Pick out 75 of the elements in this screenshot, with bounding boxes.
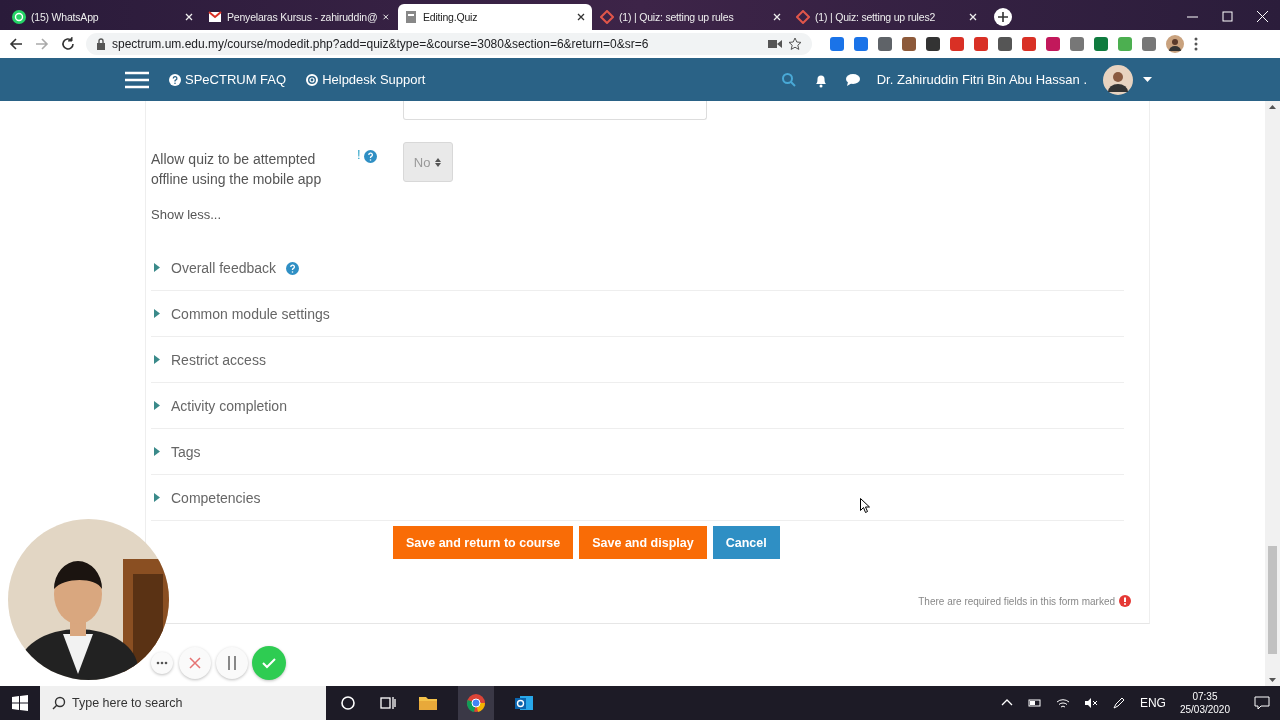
close-icon[interactable] xyxy=(382,12,390,22)
outlook-icon[interactable] xyxy=(514,693,534,713)
notification-icon[interactable] xyxy=(1254,695,1270,711)
search-icon[interactable] xyxy=(780,71,797,88)
help-icon[interactable] xyxy=(286,262,300,275)
collapsed-section[interactable]: Common module settings xyxy=(151,291,1124,337)
star-icon[interactable] xyxy=(788,37,802,51)
check-icon[interactable] xyxy=(262,657,276,669)
required-note: There are required fields in this form marked xyxy=(918,595,1115,607)
help-icon[interactable] xyxy=(363,150,377,163)
caret-icon xyxy=(153,493,161,502)
nav-link[interactable]: SPeCTRUM FAQ xyxy=(169,72,287,87)
help-icon xyxy=(169,73,181,86)
page-icon xyxy=(404,10,418,24)
collapsed-section[interactable]: Competencies xyxy=(151,475,1124,521)
form-button[interactable]: Cancel xyxy=(712,526,780,559)
select-field[interactable] xyxy=(403,101,707,120)
avatar-icon[interactable] xyxy=(1103,64,1133,95)
extension-icon[interactable] xyxy=(998,37,1012,51)
user-name[interactable]: Dr. Zahiruddin Fitri Bin Abu Hassan . xyxy=(876,72,1087,87)
browser-tab[interactable]: (1) | Quiz: setting up rules xyxy=(594,4,788,30)
lock-icon xyxy=(96,38,106,50)
avatar-icon[interactable] xyxy=(1166,35,1184,53)
logo-icon xyxy=(600,10,614,24)
more-icon[interactable] xyxy=(156,661,168,665)
caret-icon xyxy=(153,447,161,456)
reload-icon[interactable] xyxy=(60,36,76,52)
clock-time[interactable]: 07:35 xyxy=(1192,690,1218,703)
browser-tab[interactable]: Penyelaras Kursus - zahiruddin@ xyxy=(202,4,396,30)
close-icon[interactable] xyxy=(576,12,586,22)
field-label: Allow quiz to be attempted offline using the mobile app xyxy=(151,150,323,189)
back-icon[interactable] xyxy=(8,36,24,52)
cursor-icon xyxy=(860,498,870,513)
mute-icon[interactable] xyxy=(1083,696,1098,710)
mail-icon xyxy=(208,10,222,24)
caret-icon xyxy=(153,309,161,318)
maximize-icon[interactable] xyxy=(1222,11,1233,22)
new-tab-icon[interactable] xyxy=(994,8,1012,26)
search-field[interactable]: Type here to search xyxy=(40,686,326,720)
pause-icon[interactable] xyxy=(227,656,237,670)
nav-link[interactable]: Helpdesk Support xyxy=(306,72,426,87)
collapsed-section[interactable]: Restrict access xyxy=(151,337,1124,383)
browser-tab[interactable]: (1) | Quiz: setting up rules2 xyxy=(790,4,984,30)
chrome-icon[interactable] xyxy=(458,686,494,720)
scrollbar[interactable] xyxy=(1265,101,1280,686)
caret-icon xyxy=(153,355,161,364)
caret-icon xyxy=(153,263,161,272)
extension-icon[interactable] xyxy=(926,37,940,51)
advanced-mark: ! xyxy=(357,147,361,164)
show-less-link[interactable]: Show less... xyxy=(151,207,222,222)
whatsapp-icon xyxy=(12,10,26,24)
camera-icon[interactable] xyxy=(768,39,782,49)
cortana-icon[interactable] xyxy=(338,693,358,713)
clock-date[interactable]: 25/03/2020 xyxy=(1179,703,1230,716)
collapsed-section[interactable]: Overall feedback xyxy=(151,245,1124,291)
chat-icon[interactable] xyxy=(844,71,861,88)
windows-icon[interactable] xyxy=(12,695,28,711)
lifebuoy-icon xyxy=(306,73,319,86)
logo-icon xyxy=(796,10,810,24)
menu-icon[interactable] xyxy=(125,70,149,89)
collapsed-section[interactable]: Activity completion xyxy=(151,383,1124,429)
caret-icon[interactable] xyxy=(1143,76,1152,83)
more-icon[interactable] xyxy=(1194,37,1198,51)
address-bar[interactable]: spectrum.um.edu.my/course/modedit.php?add=quiz&type=&course=3080&section=6&return=0&sr=6 xyxy=(86,33,812,55)
battery-icon[interactable] xyxy=(1027,696,1042,710)
required-icon xyxy=(1119,595,1131,607)
browser-tab[interactable]: (15) WhatsApp xyxy=(6,4,200,30)
collapsed-section[interactable]: Tags xyxy=(151,429,1124,475)
language-indicator[interactable]: ENG xyxy=(1139,696,1166,710)
sort-arrows-icon xyxy=(435,157,442,167)
extension-icon[interactable] xyxy=(878,37,892,51)
wifi-icon[interactable] xyxy=(1055,696,1070,710)
pen-icon[interactable] xyxy=(1111,696,1126,710)
browser-tab[interactable]: Editing.Quiz xyxy=(398,4,592,30)
caret-icon xyxy=(153,401,161,410)
